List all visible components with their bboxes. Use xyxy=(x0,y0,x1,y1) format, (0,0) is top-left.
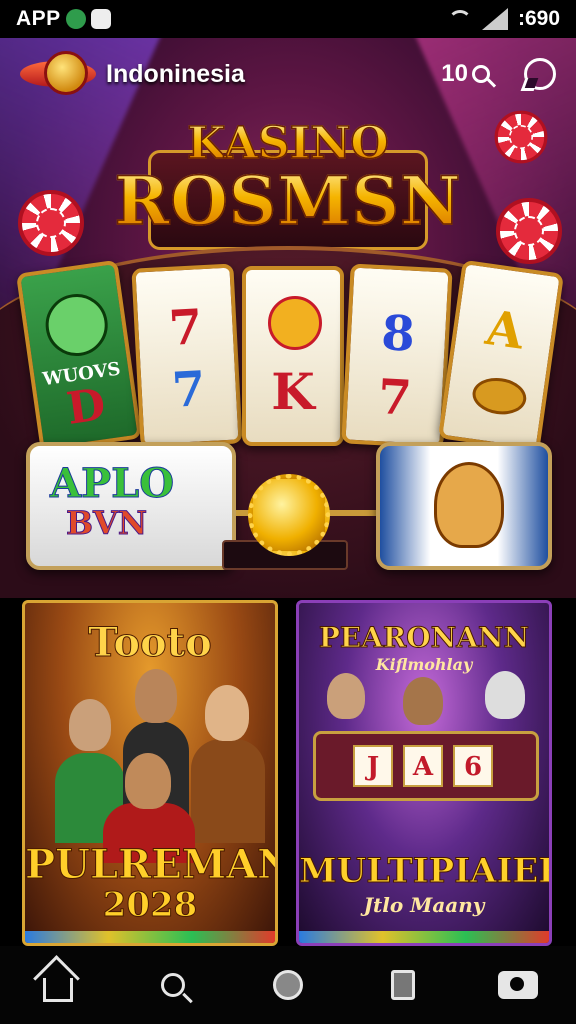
circle-icon xyxy=(272,970,303,1000)
mascot-icon xyxy=(434,462,504,548)
slot-reel: 8 7 xyxy=(341,263,453,449)
reel-symbol: 7 xyxy=(376,369,413,427)
character-figure xyxy=(69,699,111,751)
signal-icon xyxy=(481,8,508,30)
search-icon[interactable] xyxy=(472,65,490,83)
coin-count[interactable]: 10 xyxy=(441,60,490,88)
camera-icon xyxy=(498,971,539,999)
character-figure xyxy=(135,669,177,723)
status-app-label: APP xyxy=(16,7,61,30)
wifi-icon xyxy=(447,10,472,28)
character-icon xyxy=(41,290,112,361)
hero-title-line2: ROSMSN xyxy=(0,161,576,241)
game-card[interactable]: PEARONANN Kiflmohlay J A 6 MULTIPIAIER J… xyxy=(296,600,552,946)
bonus-roller[interactable] xyxy=(376,442,552,570)
game-card-title: PEARONANN xyxy=(318,621,530,655)
game-card-tagline: Jtlo Maany xyxy=(363,893,485,917)
nav-center-button[interactable] xyxy=(258,955,318,1015)
game-card-subtitle: PULREMAN xyxy=(25,841,278,889)
game-card[interactable]: Tooto PULREMAN 2028 xyxy=(22,600,278,946)
roller-text: APLO xyxy=(49,460,175,508)
roller-text: BVN xyxy=(65,504,148,543)
bottom-nav xyxy=(0,946,576,1024)
hero-banner[interactable]: Indoninesia 10 KASINO ROSMSN ARONOS.8BVI… xyxy=(0,38,576,598)
shield-icon xyxy=(65,9,86,29)
playing-card: A xyxy=(403,745,443,787)
profile-icon xyxy=(90,9,111,29)
character-figure xyxy=(485,671,525,719)
playing-card: 6 xyxy=(453,745,493,787)
slot-reel: A xyxy=(437,259,565,453)
nav-camera-button[interactable] xyxy=(488,955,548,1015)
nav-search-button[interactable] xyxy=(143,955,203,1015)
game-card-title: Tooto xyxy=(88,619,213,667)
slot-reel: 7 7 xyxy=(131,263,243,449)
reel-symbol: 8 xyxy=(380,305,417,363)
slot-reel: K xyxy=(242,266,344,446)
character-figure xyxy=(327,673,365,719)
status-time: :690 xyxy=(517,7,560,30)
bonus-roller[interactable]: APLO BVN xyxy=(26,442,236,570)
nav-document-button[interactable] xyxy=(373,955,433,1015)
brand-logo-icon[interactable] xyxy=(20,51,98,97)
character-figure xyxy=(125,753,171,809)
bonus-icon xyxy=(268,296,322,350)
home-icon xyxy=(42,978,73,1002)
reel-symbol: 7 xyxy=(167,299,204,357)
brand-name: Indoninesia xyxy=(106,59,245,88)
treasure-icon xyxy=(470,374,529,418)
reel-symbol: K xyxy=(271,362,315,421)
nav-home-button[interactable] xyxy=(28,955,88,1015)
character-figure xyxy=(205,685,249,741)
character-figure xyxy=(403,677,443,725)
spin-button[interactable] xyxy=(248,474,330,556)
slot-reels[interactable]: WUOVS D 7 7 K 8 7 A xyxy=(15,259,565,454)
reel-symbol: A xyxy=(482,299,527,361)
document-icon xyxy=(391,970,416,1000)
game-card-subtitle: MULTIPIAIER xyxy=(299,851,552,892)
status-bar: APP :690 xyxy=(0,0,576,38)
coin-count-value: 10 xyxy=(441,60,468,87)
reel-symbol: 7 xyxy=(170,361,207,419)
character-figure xyxy=(191,739,265,843)
card-footer-strip xyxy=(25,931,275,943)
app-header: Indoninesia 10 xyxy=(0,38,576,110)
playing-card: J xyxy=(353,745,393,787)
chat-icon[interactable] xyxy=(524,58,556,90)
card-footer-strip xyxy=(299,931,549,943)
search-icon xyxy=(160,973,185,997)
game-card-tagline: Kiflmohlay xyxy=(375,655,473,674)
game-card-year: 2028 xyxy=(102,885,198,926)
slot-reel: WUOVS D xyxy=(15,259,143,453)
